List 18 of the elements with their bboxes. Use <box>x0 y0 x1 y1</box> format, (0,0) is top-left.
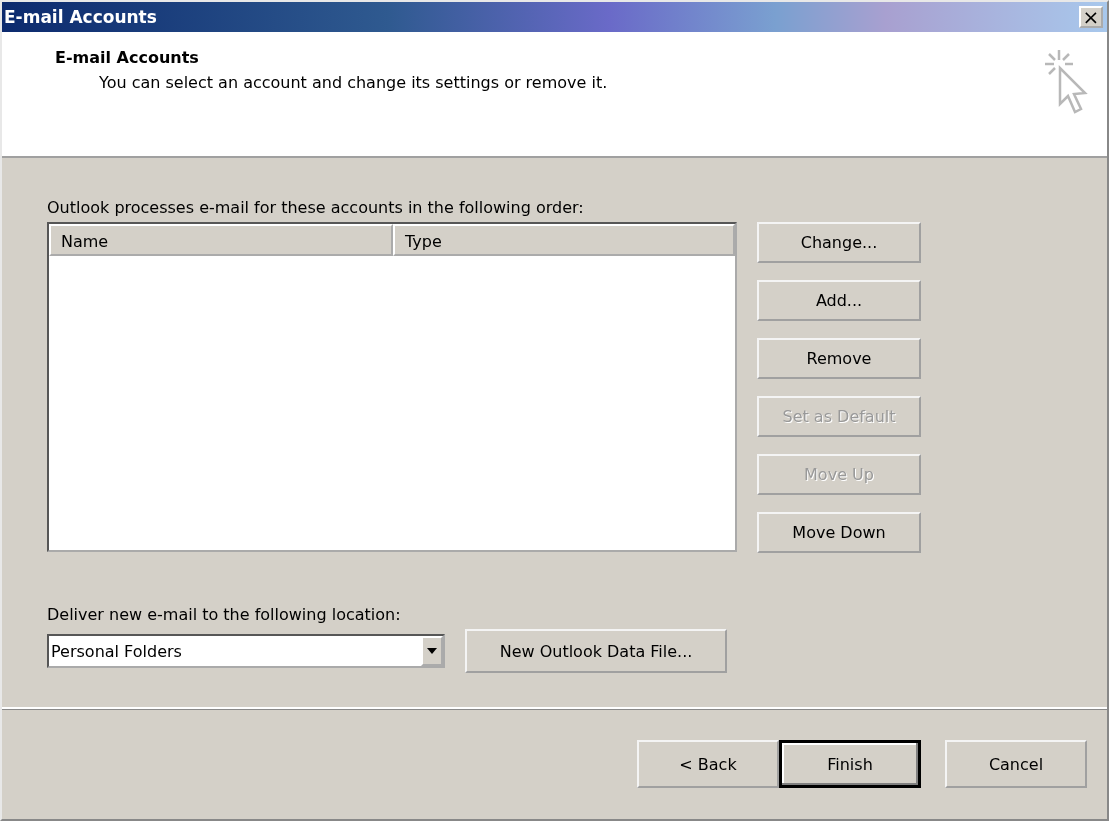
column-header[interactable]: Type <box>393 224 735 256</box>
footer-button[interactable]: Cancel <box>945 740 1087 788</box>
column-header[interactable]: Name <box>49 224 393 256</box>
location-dropdown[interactable]: Personal Folders <box>47 634 445 668</box>
delivery-label: Deliver new e-mail to the following location: <box>47 605 402 625</box>
accounts-label: Outlook processes e-mail for these accounts in the following order: <box>47 198 585 219</box>
header-title: E-mail Accounts <box>55 48 200 67</box>
close-button[interactable]: × <box>1079 6 1103 28</box>
footer-button[interactable]: Finish <box>779 740 921 788</box>
side-button[interactable]: Add... <box>757 280 921 321</box>
new-data-file-button[interactable]: New Outlook Data File... <box>465 629 727 673</box>
footer-button[interactable]: < Back <box>637 740 779 788</box>
header-subtitle: You can select an account and change its settings or remove it. <box>98 73 608 92</box>
accounts-list[interactable]: Name Type <box>47 222 737 552</box>
side-button[interactable]: Move Down <box>757 512 921 553</box>
window-title: E-mail Accounts <box>4 7 157 27</box>
side-button[interactable]: Change... <box>757 222 921 263</box>
side-button[interactable]: Remove <box>757 338 921 379</box>
